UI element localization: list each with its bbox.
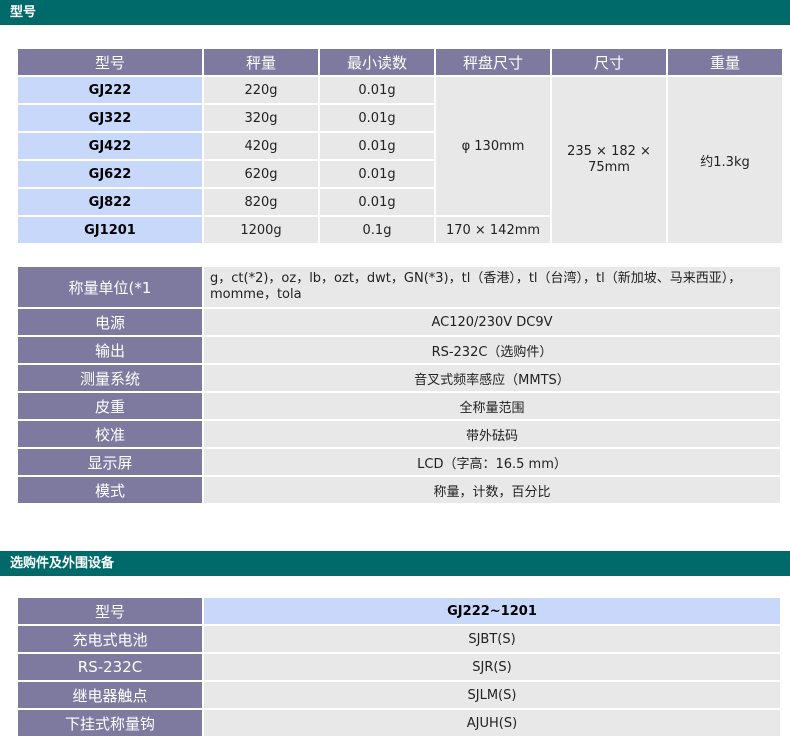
- section-header-accessories: 选购件及外围设备: [0, 551, 790, 576]
- header-capacity: 秤量: [204, 49, 318, 75]
- model-cell: GJ322: [18, 105, 202, 131]
- header-model: 型号: [18, 49, 202, 75]
- table-row: 电源 AC120/230V DC9V: [18, 309, 780, 335]
- table-row: 显示屏 LCD（字高：16.5 mm）: [18, 449, 780, 475]
- row-label: 模式: [18, 477, 202, 503]
- table-row: 继电器触点 SJLM(S): [18, 682, 780, 708]
- row-label: 测量系统: [18, 365, 202, 391]
- header-pan-size: 秤盘尺寸: [436, 49, 550, 75]
- readability-cell: 0.01g: [320, 77, 434, 103]
- capacity-cell: 420g: [204, 133, 318, 159]
- model-cell: GJ222: [18, 77, 202, 103]
- spec-table: 型号 秤量 最小读数 秤盘尺寸 尺寸 重量 GJ222 220g 0.01g φ…: [16, 47, 784, 245]
- readability-cell: 0.01g: [320, 133, 434, 159]
- model-cell: GJ822: [18, 189, 202, 215]
- weight-cell: 约1.3kg: [668, 77, 782, 243]
- capacity-cell: 220g: [204, 77, 318, 103]
- table-row: 皮重 全称量范围: [18, 393, 780, 419]
- model-cell: GJ422: [18, 133, 202, 159]
- header-value: GJ222~1201: [204, 598, 780, 624]
- row-value: g，ct(*2)，oz，lb，ozt，dwt，GN(*3)，tl（香港），tl（…: [204, 267, 780, 307]
- readability-cell: 0.1g: [320, 217, 434, 243]
- row-value: LCD（字高：16.5 mm）: [204, 449, 780, 475]
- row-label: 下挂式称量钩: [18, 710, 202, 736]
- row-label: 称量单位(*1: [18, 267, 202, 307]
- row-label: 校准: [18, 421, 202, 447]
- capacity-cell: 620g: [204, 161, 318, 187]
- table-row: 输出 RS-232C（选购件）: [18, 337, 780, 363]
- table-row: 测量系统 音叉式频率感应（MMTS）: [18, 365, 780, 391]
- row-value: AC120/230V DC9V: [204, 309, 780, 335]
- header-dimensions: 尺寸: [552, 49, 666, 75]
- header-weight: 重量: [668, 49, 782, 75]
- table-row: 模式 称量，计数，百分比: [18, 477, 780, 503]
- model-cell: GJ1201: [18, 217, 202, 243]
- readability-cell: 0.01g: [320, 105, 434, 131]
- section-header-model: 型号: [0, 0, 790, 25]
- capacity-cell: 1200g: [204, 217, 318, 243]
- row-value: 带外砝码: [204, 421, 780, 447]
- row-value: RS-232C（选购件）: [204, 337, 780, 363]
- row-label: 继电器触点: [18, 682, 202, 708]
- row-label: 输出: [18, 337, 202, 363]
- accessory-table-header: 型号 GJ222~1201: [18, 598, 780, 624]
- row-value: 称量，计数，百分比: [204, 477, 780, 503]
- dimensions-cell: 235 × 182 × 75mm: [552, 77, 666, 243]
- row-value: SJR(S): [204, 654, 780, 680]
- feature-table: 称量单位(*1 g，ct(*2)，oz，lb，ozt，dwt，GN(*3)，tl…: [16, 265, 782, 505]
- row-label: 电源: [18, 309, 202, 335]
- readability-cell: 0.01g: [320, 189, 434, 215]
- table-row: RS-232C SJR(S): [18, 654, 780, 680]
- model-cell: GJ622: [18, 161, 202, 187]
- row-value: SJBT(S): [204, 626, 780, 652]
- row-value: SJLM(S): [204, 682, 780, 708]
- accessory-table: 型号 GJ222~1201 充电式电池 SJBT(S) RS-232C SJR(…: [16, 596, 782, 738]
- table-row: 称量单位(*1 g，ct(*2)，oz，lb，ozt，dwt，GN(*3)，tl…: [18, 267, 780, 307]
- row-value: AJUH(S): [204, 710, 780, 736]
- row-label: 皮重: [18, 393, 202, 419]
- spec-table-header: 型号 秤量 最小读数 秤盘尺寸 尺寸 重量: [18, 49, 782, 75]
- pan-size-cell: φ 130mm: [436, 77, 550, 215]
- readability-cell: 0.01g: [320, 161, 434, 187]
- table-row: 校准 带外砝码: [18, 421, 780, 447]
- row-value: 音叉式频率感应（MMTS）: [204, 365, 780, 391]
- table-row: 充电式电池 SJBT(S): [18, 626, 780, 652]
- header-label: 型号: [18, 598, 202, 624]
- row-value: 全称量范围: [204, 393, 780, 419]
- capacity-cell: 320g: [204, 105, 318, 131]
- row-label: 显示屏: [18, 449, 202, 475]
- pan-size-large-cell: 170 × 142mm: [436, 217, 550, 243]
- row-label: 充电式电池: [18, 626, 202, 652]
- header-readability: 最小读数: [320, 49, 434, 75]
- capacity-cell: 820g: [204, 189, 318, 215]
- row-label: RS-232C: [18, 654, 202, 680]
- table-row: 下挂式称量钩 AJUH(S): [18, 710, 780, 736]
- table-row: GJ222 220g 0.01g φ 130mm 235 × 182 × 75m…: [18, 77, 782, 243]
